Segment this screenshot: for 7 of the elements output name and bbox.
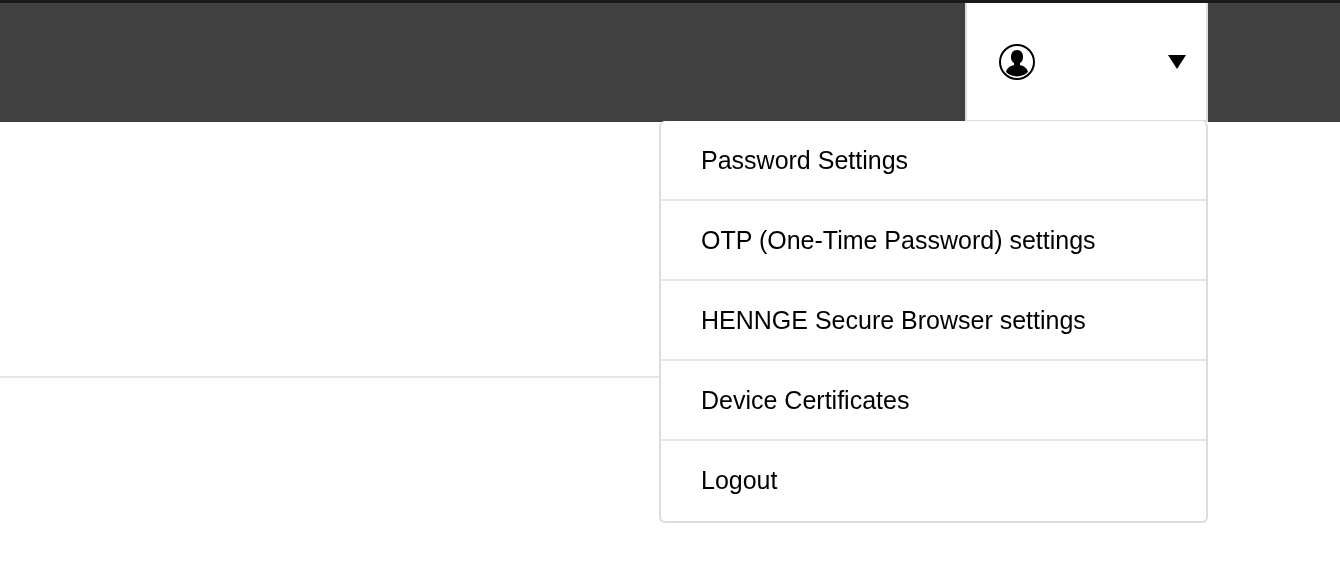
user-icon: [998, 42, 1036, 81]
user-menu-button[interactable]: [965, 3, 1208, 122]
menu-item[interactable]: OTP (One-Time Password) settings: [661, 201, 1206, 281]
menu-item[interactable]: Password Settings: [661, 121, 1206, 201]
menu-item[interactable]: Device Certificates: [661, 361, 1206, 441]
menu-item[interactable]: HENNGE Secure Browser settings: [661, 281, 1206, 361]
menu-item[interactable]: Logout: [661, 441, 1206, 521]
